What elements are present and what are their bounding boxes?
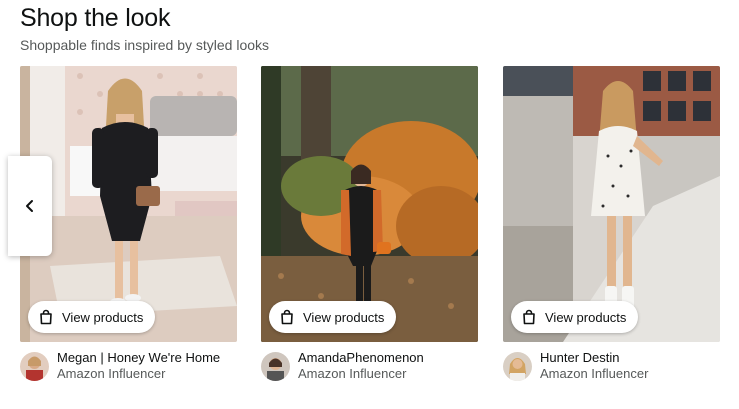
- chevron-left-icon: [26, 200, 33, 212]
- creator-role: Amazon Influencer: [298, 366, 407, 381]
- creator-info[interactable]: Megan | Honey We're Home Amazon Influenc…: [20, 350, 250, 382]
- creator-avatar[interactable]: [503, 351, 532, 381]
- look-card[interactable]: View products Megan | Honey We're Home A…: [20, 66, 237, 381]
- view-products-label: View products: [62, 309, 144, 325]
- creator-info[interactable]: Hunter Destin Amazon Influencer: [503, 350, 733, 382]
- section-subtitle: Shoppable finds inspired by styled looks: [20, 37, 270, 53]
- view-products-button[interactable]: View products: [511, 301, 639, 333]
- view-products-button[interactable]: View products: [269, 301, 397, 333]
- look-photo[interactable]: View products: [503, 66, 720, 342]
- creator-info[interactable]: AmandaPhenomenon Amazon Influencer: [261, 350, 491, 382]
- creator-role: Amazon Influencer: [57, 366, 166, 381]
- creator-name[interactable]: Hunter Destin: [540, 350, 648, 366]
- view-products-button[interactable]: View products: [28, 301, 156, 333]
- creator-role: Amazon Influencer: [540, 366, 649, 381]
- creator-avatar[interactable]: [20, 351, 49, 381]
- section-title: Shop the look: [20, 4, 171, 32]
- shopping-bag-icon: [40, 309, 52, 325]
- shopping-bag-icon: [281, 309, 293, 325]
- creator-name[interactable]: AmandaPhenomenon: [298, 350, 424, 366]
- creator-avatar[interactable]: [261, 351, 290, 381]
- look-photo[interactable]: View products: [20, 66, 237, 342]
- look-photo[interactable]: View products: [261, 66, 478, 342]
- creator-name[interactable]: Megan | Honey We're Home: [57, 350, 220, 366]
- carousel-prev-button[interactable]: [8, 156, 52, 256]
- view-products-label: View products: [545, 309, 627, 325]
- shopping-bag-icon: [523, 309, 535, 325]
- look-card[interactable]: View products AmandaPhenomenon Amazon In…: [261, 66, 478, 381]
- look-card[interactable]: View products Hunter Destin Amazon Influ…: [503, 66, 720, 381]
- view-products-label: View products: [303, 309, 385, 325]
